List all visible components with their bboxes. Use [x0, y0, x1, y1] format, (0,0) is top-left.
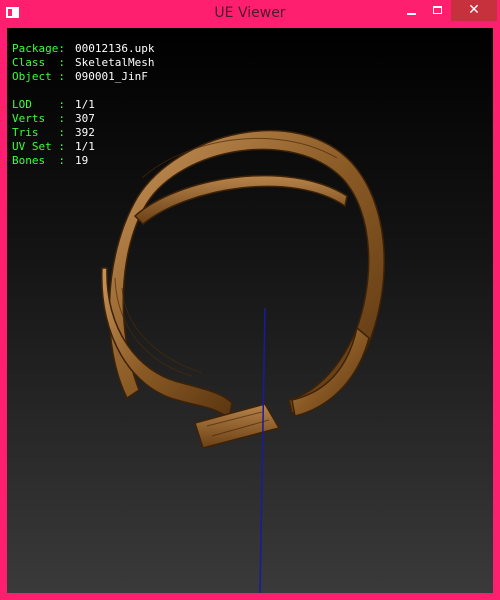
vertical-axis-line	[259, 307, 266, 593]
verts-value: 307	[75, 112, 95, 125]
close-icon: ✕	[468, 2, 480, 18]
package-label: Package:	[12, 42, 65, 55]
lod-value: 1/1	[75, 98, 95, 111]
verts-row: Verts : 307	[12, 112, 154, 126]
class-value: SkeletalMesh	[75, 56, 155, 69]
lod-label: LOD :	[12, 98, 65, 111]
title-bar[interactable]: UE Viewer ✕	[0, 0, 500, 27]
tris-value: 392	[75, 126, 95, 139]
close-button[interactable]: ✕	[451, 0, 497, 21]
lod-row: LOD : 1/1	[12, 98, 154, 112]
headband-inner-band	[133, 174, 348, 226]
ue-viewer-window: UE Viewer ✕ Package: 00012136.upk Class …	[0, 0, 500, 600]
uvset-row: UV Set : 1/1	[12, 140, 154, 154]
object-value: 090001_JinF	[75, 70, 148, 83]
class-label: Class :	[12, 56, 65, 69]
bones-row: Bones : 19	[12, 154, 154, 168]
maximize-icon	[433, 6, 442, 14]
minimize-icon	[407, 13, 416, 15]
uvset-label: UV Set :	[12, 140, 65, 153]
mesh-info-overlay: Package: 00012136.upk Class : SkeletalMesh…	[12, 42, 154, 168]
object-label: Object :	[12, 70, 65, 83]
minimize-button[interactable]	[398, 0, 426, 21]
verts-label: Verts :	[12, 112, 65, 125]
3d-viewport[interactable]: Package: 00012136.upk Class : SkeletalMesh…	[7, 28, 493, 593]
tris-label: Tris :	[12, 126, 65, 139]
uvset-value: 1/1	[75, 140, 95, 153]
maximize-button[interactable]	[424, 0, 452, 21]
object-row: Object : 090001_JinF	[12, 70, 154, 84]
package-row: Package: 00012136.upk	[12, 42, 154, 56]
class-row: Class : SkeletalMesh	[12, 56, 154, 70]
package-value: 00012136.upk	[75, 42, 155, 55]
bones-value: 19	[75, 154, 89, 167]
bones-label: Bones :	[12, 154, 65, 167]
tris-row: Tris : 392	[12, 126, 154, 140]
